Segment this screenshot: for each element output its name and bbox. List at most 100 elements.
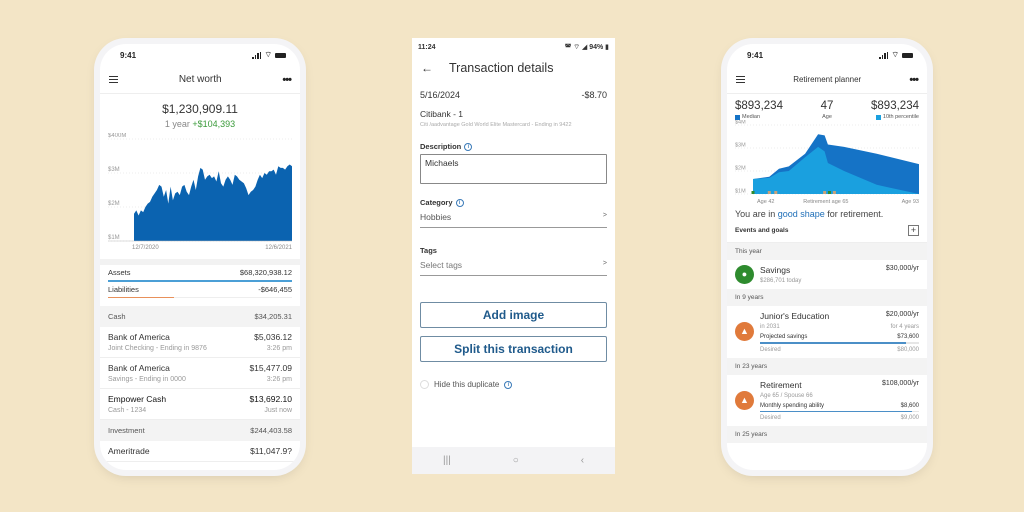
info-icon[interactable]: i [455,198,464,207]
more-dots-icon[interactable]: ••• [909,74,919,86]
graduation-cap-icon: ▲ [735,390,754,410]
percentile-value: $893,234 [871,100,919,112]
hamburger-icon[interactable] [109,75,118,84]
battery-icon: ▮ [603,43,609,51]
progress-bar [760,342,919,344]
hide-duplicate-checkbox[interactable] [420,380,429,389]
x-tick-label: Age 93 [902,199,919,205]
assets-label: Assets [108,268,131,277]
retirement-chart[interactable]: $1M $2M $3M $4M Age 42 Retirement age 65 Age 9… [727,120,927,206]
graduation-cap-icon: ▲ [735,322,754,342]
group-header: In 9 years [727,289,927,306]
transaction-amount: -$8.70 [581,90,607,100]
page-title: Transaction details [449,61,554,75]
y-tick-label: $4M [735,120,746,126]
percentile-swatch [875,114,881,120]
description-label: Description [420,142,462,151]
signal-icon [252,51,262,59]
info-icon[interactable]: i [464,142,473,151]
chevron-right-icon: > [602,260,607,267]
event-marker [827,191,831,194]
category-label: Category [420,198,453,207]
net-worth-total: $1,230,909.11 [162,102,238,116]
y-tick-label: $400M [108,133,126,139]
y-tick-label: $2M [735,166,746,172]
wifi-icon: ⌔ [264,50,272,59]
status-bar: 11:24 ◚ ⌔ ◢ 94% ▮ [412,38,615,56]
goal-education[interactable]: ▲ Junior's Education $20,000/yr in 2031 fo… [727,306,927,358]
good-shape-link[interactable]: good shape [778,209,825,219]
median-value: $893,234 [735,100,783,112]
liabilities-value: -$646,455 [258,284,292,294]
recents-icon[interactable]: ||| [443,455,451,466]
more-dots-icon[interactable]: ••• [282,74,292,86]
arrow-left-icon[interactable]: ← [421,61,449,75]
add-image-button[interactable]: Add image [420,302,607,328]
home-icon[interactable]: ○ [513,455,519,466]
goal-retirement[interactable]: ▲ Retirement $108,000/yr Age 65 / Spouse … [727,374,927,426]
x-tick-label: 12/7/2020 [132,245,159,251]
transaction-date: 5/16/2024 [420,90,461,100]
median-swatch [735,114,740,120]
wifi-icon: ⌔ [891,50,899,59]
group-header: In 23 years [727,357,927,375]
transaction-phone: 11:24 ◚ ⌔ ◢ 94% ▮ ← Transaction details … [412,38,615,474]
group-header: In 25 years [727,426,927,443]
android-nav-bar: ||| ○ ‹ [412,447,615,474]
account-row[interactable]: Ameritrade $11,047.9? [100,441,300,462]
goal-savings[interactable]: ● Savings $30,000/yr $286,701 today [727,260,927,289]
plus-icon[interactable]: + [908,225,919,236]
x-tick-label: 12/6/2021 [265,245,292,251]
account-row[interactable]: Bank of America $15,477.09 Savings - Endi… [100,358,300,389]
card-detail: Citi /aadvantage Gold World Elite Master… [420,122,572,128]
status-time: 9:41 [747,50,764,60]
y-tick-label: $1M [108,235,120,241]
battery-icon [275,52,286,58]
battery-level: 94% [589,43,604,51]
net-worth-summary: $1,230,909.11 1 year +$104,393 [100,94,300,129]
split-transaction-button[interactable]: Split this transaction [420,336,607,362]
period-label[interactable]: 1 year [165,119,190,129]
progress-bar [760,410,919,412]
retirement-status: You are in good shape for retirement. [735,209,884,219]
y-tick-label: $1M [735,189,746,195]
hamburger-icon[interactable] [736,75,745,84]
description-input[interactable]: Michaels [420,154,607,184]
events-header: Events and goals + [727,219,927,243]
y-tick-label: $3M [735,143,746,149]
x-tick-label: Retirement age 65 [803,199,848,205]
section-header-investment[interactable]: Investment $244,403.58 [100,420,300,441]
change-value: +$104,393 [192,119,236,129]
top-nav: Retirement planner ••• [727,66,927,94]
retirement-chart-svg: $1M $2M $3M $4M Age 42 Retirement age 65 Age 9… [735,120,919,205]
page-title: Net worth [178,74,222,85]
category-select[interactable]: Hobbies > [420,208,607,228]
liabilities-label: Liabilities [108,284,139,294]
account-row[interactable]: Empower Cash $13,692.10 Cash - 1234 Just n… [100,389,300,420]
account-name: Citibank - 1 [420,109,463,119]
info-icon[interactable]: i [504,380,513,389]
piggy-bank-icon: ● [735,265,754,284]
event-marker [823,191,827,194]
status-time: 9:41 [120,50,137,60]
signal-icon [879,51,889,59]
status-time: 11:24 [418,43,436,51]
liabilities-row[interactable]: Liabilities -$646,455 [100,282,300,297]
battery-icon [902,52,913,58]
tags-label: Tags [420,246,437,255]
status-bar: 9:41 ⌔ [727,44,927,66]
top-nav: ← Transaction details [412,56,615,80]
age-value: 47 [820,100,834,112]
assets-row[interactable]: Assets $68,320,938.12 [100,265,300,280]
projection-stats: $893,234 Median 47 Age $893,234 10th per… [735,100,919,120]
net-worth-chart[interactable]: $1M $2M $3M $400M 12/7/2020 12/6/2021 [100,133,300,259]
tags-select[interactable]: Select tags > [420,256,607,276]
y-tick-label: $2M [108,201,120,207]
section-header-cash[interactable]: Cash $34,205.31 [100,306,300,327]
net-worth-chart-svg: $1M $2M $3M $400M 12/7/2020 12/6/2021 [108,133,293,251]
event-marker [767,191,771,194]
back-icon[interactable]: ‹ [581,455,584,466]
event-marker [832,191,836,194]
assets-value: $68,320,938.12 [239,268,292,277]
account-row[interactable]: Bank of America $5,036.12 Joint Checking … [100,327,300,358]
